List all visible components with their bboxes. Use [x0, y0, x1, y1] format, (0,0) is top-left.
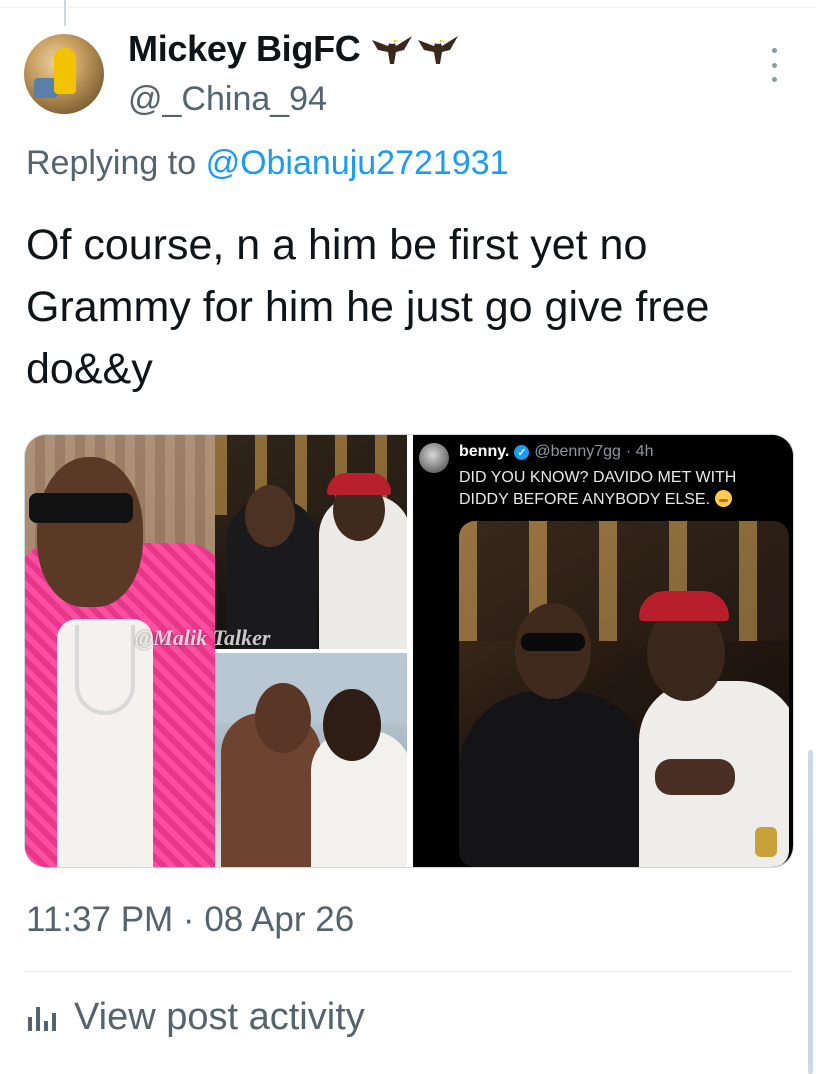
embedded-post-text-wrap: DID YOU KNOW? DAVIDO MET WITH DIDDY BEFO…: [459, 467, 789, 511]
name-badges: [370, 30, 460, 68]
section-divider: [24, 971, 792, 972]
top-divider: [0, 7, 816, 8]
verified-badge-icon: ✓: [514, 444, 530, 460]
tweet-media[interactable]: @Malik Talker benny. ✓ @benny7gg · 4h DI…: [24, 434, 794, 868]
author-name-row[interactable]: Mickey BigFC: [128, 28, 460, 70]
replying-to: Replying to @Obianuju2721931: [26, 144, 509, 183]
embedded-post-text: DID YOU KNOW? DAVIDO MET WITH DIDDY BEFO…: [459, 469, 737, 508]
photo-embrace: [215, 653, 407, 867]
dot: [771, 62, 777, 68]
embedded-photo: [459, 521, 789, 867]
embedded-meta: benny. ✓ @benny7gg · 4h: [459, 443, 653, 461]
tweet-text: Of course, n a him be first yet no Gramm…: [26, 221, 710, 393]
embedded-handle: @benny7gg: [534, 443, 621, 460]
media-image-collage[interactable]: @Malik Talker: [25, 435, 407, 867]
dot: [771, 77, 777, 82]
avatar-figure: [54, 48, 76, 94]
embedded-avatar: [419, 443, 449, 473]
photo-pink-jacket: [25, 435, 215, 867]
embedded-post-header: benny. ✓ @benny7gg · 4h DID YOU KNOW? DA…: [413, 435, 793, 519]
reply-mention-link[interactable]: @Obianuju2721931: [206, 144, 509, 182]
thread-connector-line: [64, 0, 66, 26]
author-handle[interactable]: @_China_94: [128, 80, 327, 119]
woozy-face-emoji-icon: [714, 490, 732, 507]
embedded-time: · 4h: [625, 443, 654, 460]
media-embedded-screenshot[interactable]: benny. ✓ @benny7gg · 4h DID YOU KNOW? DA…: [413, 435, 793, 867]
view-post-activity-label: View post activity: [74, 996, 365, 1038]
author-display-name[interactable]: Mickey BigFC: [128, 28, 361, 70]
author-avatar[interactable]: [24, 34, 104, 114]
view-post-activity-button[interactable]: View post activity: [26, 996, 365, 1039]
more-options-icon[interactable]: [764, 48, 784, 82]
bar-chart-icon: [28, 1006, 56, 1031]
scrollbar[interactable]: [808, 750, 813, 1074]
eagle-icon: [418, 36, 459, 64]
eagle-icon: [372, 36, 413, 64]
embedded-name: benny.: [459, 443, 510, 460]
replying-to-label: Replying to: [26, 144, 197, 182]
post-timestamp[interactable]: 11:37 PM · 08 Apr 26: [26, 900, 354, 940]
image-watermark: @Malik Talker: [135, 625, 271, 650]
dot: [771, 48, 777, 53]
photo-club: [215, 435, 407, 649]
